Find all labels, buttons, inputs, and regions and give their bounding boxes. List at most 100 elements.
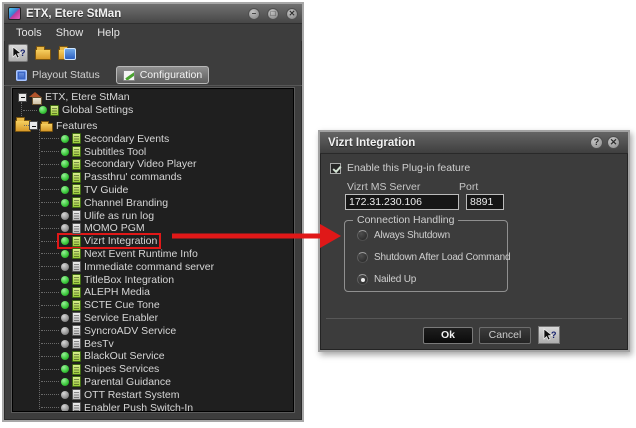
tree-item[interactable]: Parental Guidance [15,376,293,389]
tree-item[interactable]: Global Settings [15,104,293,117]
tree-item[interactable]: Service Enabler [15,312,293,325]
status-led-icon [61,148,69,156]
tree-item[interactable]: BlackOut Service [15,350,293,363]
radio-button-icon[interactable] [357,252,368,263]
status-led-icon [61,314,69,322]
status-led-icon [61,237,69,245]
status-led-icon [61,327,69,335]
tree-item-features[interactable]: Features [15,120,31,133]
cancel-button[interactable]: Cancel [479,327,531,344]
tree-item[interactable]: Immediate command server [15,260,293,273]
tree-item[interactable]: SyncroADV Service [15,324,293,337]
tree-item-content: ETX, Etere StMan [27,91,132,103]
tree-branch-line [23,110,37,111]
tree-item[interactable]: Ulife as run log [15,209,293,222]
tree-item[interactable]: ALEPH Media [15,286,293,299]
tree-item-content: Parental Guidance [59,376,173,388]
minimize-icon[interactable]: – [248,8,260,20]
enable-plugin-checkbox[interactable] [330,163,341,174]
tree-item[interactable]: Enabler Push Switch-In [15,401,293,412]
feature-tree[interactable]: ETX, Etere StManGlobal SettingsFeaturesS… [12,88,294,412]
open-folder-icon[interactable] [35,49,51,60]
tree-root-item[interactable]: ETX, Etere StMan [15,91,293,104]
tab-playout-status[interactable]: Playout Status [10,67,106,83]
tree-branch-line [41,215,59,216]
tree-branch-line [41,317,59,318]
playout-status-icon [16,70,27,81]
close-icon[interactable]: ✕ [286,8,298,20]
status-led-icon [61,391,69,399]
main-title-bar[interactable]: ETX, Etere StMan – □ ✕ [4,4,302,24]
tree-item[interactable]: TitleBox Integration [15,273,293,286]
tree-item[interactable]: Subtitles Tool [15,145,293,158]
status-led-icon [61,340,69,348]
menu-help[interactable]: Help [91,26,126,40]
document-icon [72,197,81,208]
server-input[interactable] [345,194,459,210]
status-led-icon [61,301,69,309]
tree-branch-line [41,305,59,306]
tree-item[interactable]: Secondary Video Player [15,158,293,171]
tree-item[interactable]: BesTv [15,337,293,350]
tree-item-content: Secondary Video Player [59,158,198,170]
tree-item[interactable]: Secondary Events [15,132,293,145]
dialog-title-bar[interactable]: Vizrt Integration ? ✕ [320,132,628,154]
server-label: Vizrt MS Server [347,181,420,193]
menu-tools[interactable]: Tools [10,26,48,40]
document-icon [72,325,81,336]
status-led-icon [61,288,69,296]
radio-option-label: Nailed Up [374,274,416,285]
port-input[interactable] [466,194,504,210]
collapse-minus-icon[interactable] [29,121,38,130]
tree-item-content: SCTE Cue Tone [59,299,162,311]
document-icon [72,300,81,311]
tree-item[interactable]: Snipes Services [15,363,293,376]
tree-item[interactable]: OTT Restart System [15,388,293,401]
radio-button-icon[interactable] [357,274,368,285]
document-icon [72,274,81,285]
collapse-minus-icon[interactable] [18,93,27,102]
tree-item[interactable]: Passthru' commands [15,171,293,184]
dialog-footer: Ok Cancel ? [326,318,622,351]
tree-item-content: Next Event Runtime Info [59,248,200,260]
tree-item[interactable]: Channel Branding [15,196,293,209]
dialog-context-help-button[interactable]: ? [538,326,560,344]
folder-window-icon[interactable] [58,49,74,60]
tree-item[interactable]: Next Event Runtime Info [15,248,293,261]
tree-branch-line [41,381,59,382]
dialog-help-icon[interactable]: ? [590,136,603,149]
status-led-icon [61,365,69,373]
status-led-icon [61,186,69,194]
radio-option-always-shutdown[interactable]: Always Shutdown [357,230,450,241]
menu-show[interactable]: Show [50,26,90,40]
document-icon [72,146,81,157]
tree-branch-line [41,407,59,408]
tree-item[interactable]: MOMO PGM [15,222,293,235]
document-icon [72,172,81,183]
enable-plugin-row[interactable]: Enable this Plug-in feature [330,162,470,174]
document-icon [72,287,81,298]
document-icon [72,184,81,195]
maximize-icon[interactable]: □ [267,8,279,20]
context-help-button[interactable]: ? [8,44,28,62]
tree-item-content: BlackOut Service [59,350,167,362]
document-icon [72,364,81,375]
status-led-icon [61,352,69,360]
radio-option-nailed-up[interactable]: Nailed Up [357,274,416,285]
tree-item-label: SCTE Cue Tone [84,299,160,311]
tree-item[interactable]: Vizrt Integration [15,235,293,248]
document-icon [72,133,81,144]
tab-configuration[interactable]: Configuration [116,66,209,84]
radio-button-icon[interactable] [357,230,368,241]
tree-item-label: OTT Restart System [84,389,180,401]
tree-branch-line [41,138,59,139]
radio-option-shutdown-after-load-command[interactable]: Shutdown After Load Command [357,252,510,263]
status-led-icon [61,378,69,386]
dialog-close-icon[interactable]: ✕ [607,136,620,149]
ok-button[interactable]: Ok [423,327,473,344]
tree-item-label: Features [56,120,97,132]
home-icon [29,92,42,103]
tree-item[interactable]: TV Guide [15,184,293,197]
tree-item[interactable]: SCTE Cue Tone [15,299,293,312]
radio-option-label: Shutdown After Load Command [374,252,510,263]
